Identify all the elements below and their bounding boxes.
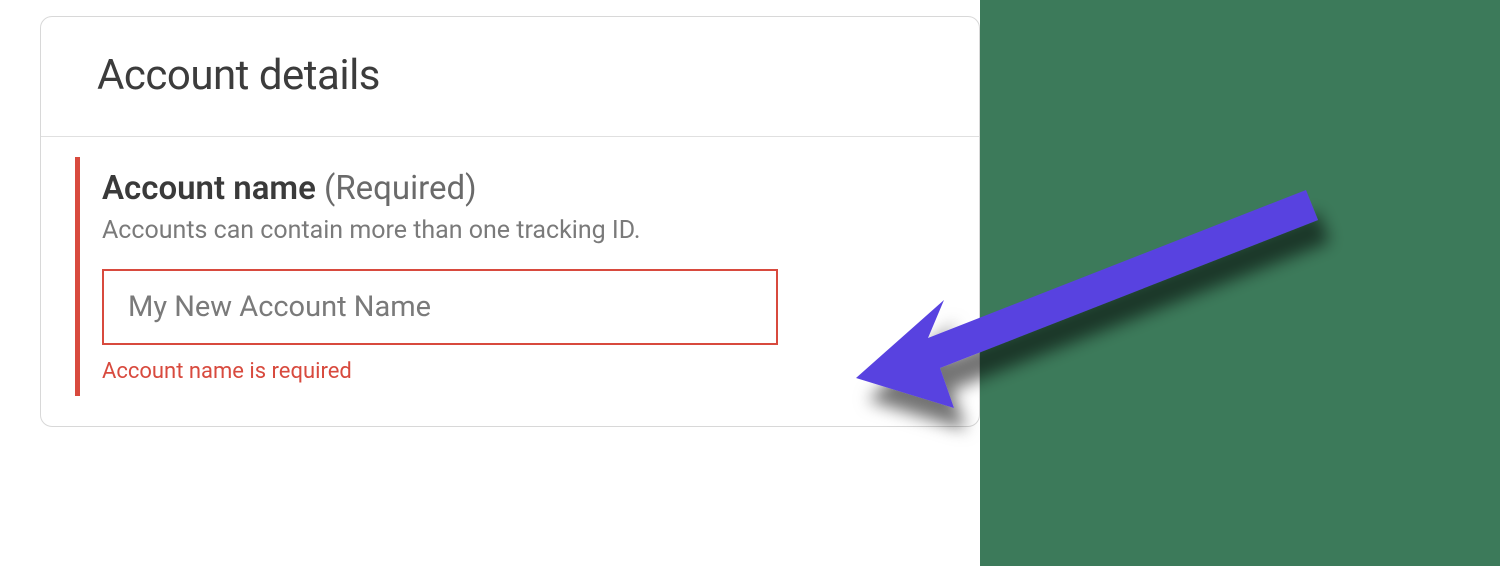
account-name-hint: Accounts can contain more than one track… bbox=[102, 216, 945, 245]
account-details-card: Account details Account name (Required) … bbox=[40, 16, 980, 427]
decorative-green-panel bbox=[980, 0, 1500, 566]
account-name-label-line: Account name (Required) bbox=[102, 169, 945, 208]
account-name-field-group: Account name (Required) Accounts can con… bbox=[75, 157, 945, 396]
account-name-input[interactable] bbox=[102, 269, 778, 345]
card-header: Account details bbox=[41, 17, 979, 137]
card-body: Account name (Required) Accounts can con… bbox=[41, 137, 979, 426]
account-name-required: (Required) bbox=[324, 169, 477, 208]
card-title: Account details bbox=[97, 51, 923, 100]
account-name-label: Account name bbox=[102, 169, 316, 208]
account-name-error: Account name is required bbox=[102, 359, 945, 384]
